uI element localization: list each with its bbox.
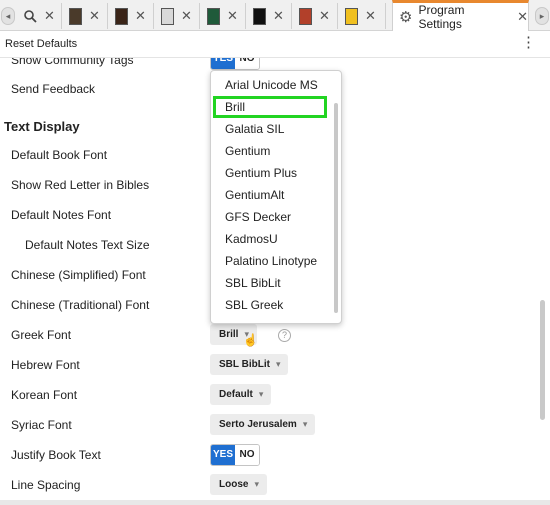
syriac-font-dropdown[interactable]: Serto Jerusalem ▾ — [210, 414, 316, 435]
bottom-edge — [0, 500, 550, 505]
tab-program-settings[interactable]: ⚙ Program Settings ✕ — [392, 0, 529, 31]
yes-option[interactable]: YES — [211, 58, 235, 69]
no-option[interactable]: NO — [235, 58, 259, 69]
close-icon[interactable]: ✕ — [365, 8, 376, 24]
book-cover-icon — [115, 7, 128, 25]
tab-book-4[interactable]: ✕ — [201, 3, 246, 29]
settings-toolbar: Reset Defaults ⋮ — [0, 31, 550, 58]
korean-font-dropdown[interactable]: Default ▾ — [210, 384, 272, 405]
tab-scroll-right-button[interactable]: ▸ — [535, 7, 549, 25]
chinese-traditional-font-label: Chinese (Traditional) Font — [11, 298, 150, 312]
font-option-kadmosu[interactable]: KadmosU — [225, 232, 278, 246]
line-spacing-value: Loose — [219, 479, 249, 490]
font-option-arial-unicode-ms[interactable]: Arial Unicode MS — [225, 78, 318, 92]
close-icon[interactable]: ✕ — [89, 8, 100, 24]
korean-font-value: Default — [219, 389, 253, 400]
tab-label: Program Settings — [418, 3, 465, 31]
font-option-gfs-decker[interactable]: GFS Decker — [225, 210, 291, 224]
chevron-down-icon: ▾ — [275, 359, 281, 369]
justify-book-text-toggle[interactable]: YES NO — [210, 444, 260, 466]
tab-scroll-left-button[interactable]: ◂ — [1, 7, 15, 25]
book-cover-icon — [299, 7, 312, 25]
close-icon[interactable]: ✕ — [181, 8, 192, 24]
no-option[interactable]: NO — [235, 445, 259, 465]
chinese-simplified-font-label: Chinese (Simplified) Font — [11, 268, 146, 282]
close-icon[interactable]: ✕ — [273, 8, 284, 24]
book-cover-icon — [69, 7, 82, 25]
chevron-down-icon: ▾ — [254, 479, 259, 489]
font-option-gentium[interactable]: Gentium — [225, 144, 270, 158]
tab-book-6[interactable]: ✕ — [293, 3, 338, 29]
show-community-tags-label: Show Community Tags — [11, 58, 134, 67]
font-option-gentiumalt[interactable]: GentiumAlt — [225, 188, 284, 202]
gear-icon: ⚙ — [399, 9, 413, 26]
yes-option[interactable]: YES — [211, 445, 235, 465]
reset-defaults-button[interactable]: Reset Defaults — [5, 38, 77, 50]
default-book-font-label: Default Book Font — [11, 148, 108, 162]
more-options-icon[interactable]: ⋮ — [521, 35, 536, 51]
menu-scrollbar[interactable] — [334, 103, 338, 313]
show-community-tags-toggle[interactable]: YES NO — [210, 58, 260, 70]
mouse-pointer-icon: ☝ — [243, 333, 258, 347]
line-spacing-label: Line Spacing — [11, 478, 81, 492]
selection-highlight-box — [213, 96, 327, 118]
line-spacing-dropdown[interactable]: Loose ▾ — [210, 474, 267, 495]
send-feedback-label: Send Feedback — [11, 82, 96, 96]
tab-book-1[interactable]: ✕ — [63, 3, 108, 29]
close-icon[interactable]: ✕ — [319, 8, 330, 24]
syriac-font-label: Syriac Font — [11, 418, 72, 432]
tab-book-2[interactable]: ✕ — [109, 3, 154, 29]
hebrew-font-label: Hebrew Font — [11, 358, 80, 372]
show-red-letter-label: Show Red Letter in Bibles — [11, 178, 150, 192]
clipped-row: Show Community Tags YES NO — [0, 58, 550, 70]
close-icon[interactable]: ✕ — [227, 8, 238, 24]
default-notes-text-size-label: Default Notes Text Size — [25, 238, 150, 252]
chevron-down-icon: ▾ — [258, 389, 264, 399]
syriac-font-value: Serto Jerusalem — [219, 419, 297, 430]
section-heading-text-display: Text Display — [4, 119, 80, 134]
tab-book-5[interactable]: ✕ — [247, 3, 292, 29]
font-option-gentium-plus[interactable]: Gentium Plus — [225, 166, 297, 180]
chevron-down-icon: ▾ — [302, 419, 308, 429]
default-notes-font-label: Default Notes Font — [11, 208, 112, 222]
tab-book-7[interactable]: ✕ — [339, 3, 386, 29]
search-icon — [24, 9, 37, 23]
help-icon[interactable]: ? — [278, 329, 291, 342]
close-icon[interactable]: ✕ — [517, 9, 528, 25]
close-icon[interactable]: ✕ — [135, 8, 146, 24]
justify-book-text-label: Justify Book Text — [11, 448, 101, 462]
page-scrollbar[interactable] — [540, 300, 545, 420]
hebrew-font-value: SBL BibLit — [219, 359, 270, 370]
book-cover-icon — [207, 7, 220, 25]
close-icon[interactable]: ✕ — [44, 8, 55, 24]
greek-font-label: Greek Font — [11, 328, 72, 342]
korean-font-label: Korean Font — [11, 388, 78, 402]
font-option-galatia-sil[interactable]: Galatia SIL — [225, 122, 284, 136]
greek-font-value: Brill — [219, 329, 239, 340]
tab-strip: ◂ ✕ ✕ ✕ ✕ ✕ ✕ ✕ ✕ ⚙ Program Settings ✕ ▸ — [0, 0, 550, 31]
font-option-sbl-greek[interactable]: SBL Greek — [225, 298, 283, 312]
font-option-sbl-biblit[interactable]: SBL BibLit — [225, 276, 281, 290]
book-cover-icon — [253, 7, 266, 25]
font-option-palatino-linotype[interactable]: Palatino Linotype — [225, 254, 317, 268]
tab-search[interactable]: ✕ — [18, 3, 62, 29]
tab-book-3[interactable]: ✕ — [155, 3, 200, 29]
book-cover-icon — [345, 7, 358, 25]
hebrew-font-dropdown[interactable]: SBL BibLit ▾ — [210, 354, 289, 375]
book-cover-icon — [161, 7, 174, 25]
